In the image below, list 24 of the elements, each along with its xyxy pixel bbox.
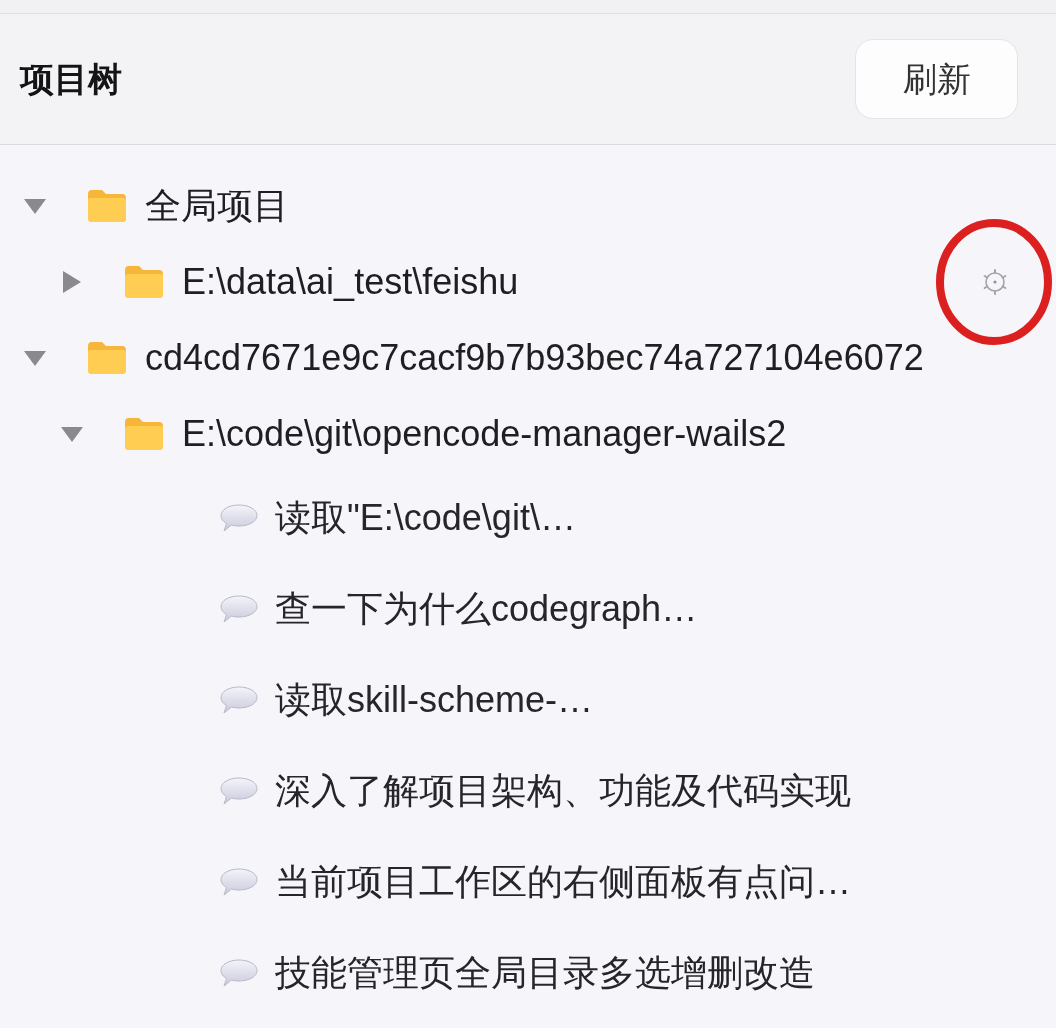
session-label[interactable]: 读取skill-scheme-… [275, 677, 594, 722]
panel-title: 项目树 [20, 58, 122, 100]
session-label[interactable]: 当前项目工作区的右侧面板有点问… [275, 859, 851, 904]
speech-bubble-icon [220, 685, 258, 714]
speech-bubble-icon [220, 776, 258, 805]
folder-label[interactable]: 全局项目 [145, 184, 289, 228]
folder-icon [88, 190, 126, 222]
speech-bubble-icon [220, 958, 258, 987]
speech-bubble-icon [220, 594, 258, 623]
session-label[interactable]: 技能管理页全局目录多选增删改造 [275, 950, 815, 995]
settings-icon[interactable] [981, 268, 1009, 296]
folder-label[interactable]: cd4cd7671e9c7cacf9b7b93bec74a727104e6072 [145, 336, 924, 380]
speech-bubble-icon [220, 867, 258, 896]
caret-icon[interactable] [61, 271, 83, 293]
folder-icon [88, 342, 126, 374]
session-label[interactable]: 深入了解项目架构、功能及代码实现 [275, 768, 851, 813]
session-label[interactable]: 查一下为什么codegraph… [275, 586, 698, 631]
folder-icon [125, 266, 163, 298]
speech-bubble-icon [220, 503, 258, 532]
session-label[interactable]: 读取"E:\code\git\… [275, 495, 576, 540]
folder-label[interactable]: E:\data\ai_test\feishu [182, 260, 519, 304]
refresh-button[interactable]: 刷新 [855, 39, 1018, 119]
folder-label[interactable]: E:\code\git\opencode-manager-wails2 [182, 412, 787, 456]
folder-icon [125, 418, 163, 450]
